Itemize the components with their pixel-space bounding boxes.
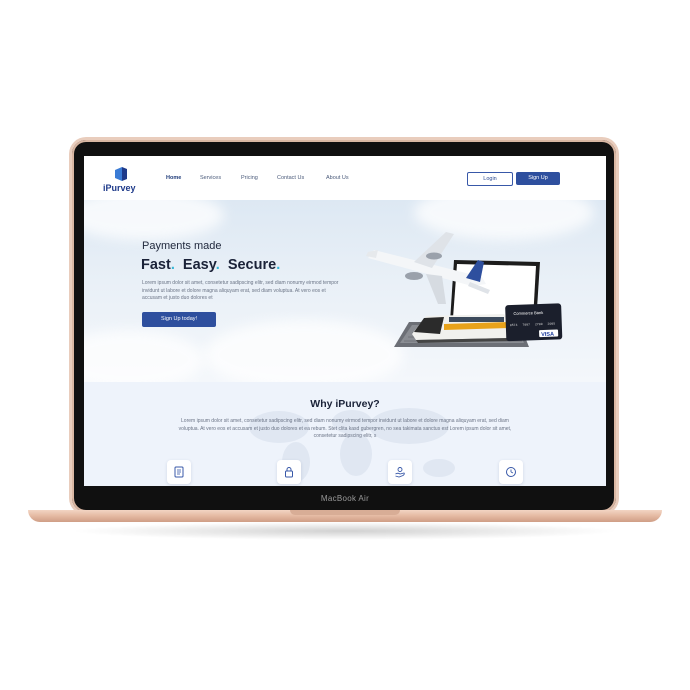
hero-section: Payments made Fast. Easy. Secure. Lorem … [84,200,606,382]
why-section: Why iPurvey? Lorem ipsum dolor sit amet,… [84,382,606,486]
laptop-shadow [70,522,620,540]
hero-subtitle: Payments made [142,240,222,252]
feature-card-clock[interactable] [499,460,523,484]
signup-button[interactable]: Sign Up [516,172,560,185]
logo-text[interactable]: iPurvey [103,183,136,193]
svg-text:VISA: VISA [541,332,554,338]
login-button[interactable]: Login [467,172,513,186]
document-icon [174,466,184,478]
nav-about-us[interactable]: About Us [326,175,349,181]
why-description: Lorem ipsum dolor sit amet, consetetur s… [178,418,512,439]
nav-pricing[interactable]: Pricing [241,175,258,181]
clock-icon [506,467,516,477]
hand-coin-icon [395,467,405,478]
why-title: Why iPurvey? [310,398,380,410]
logo-icon [115,167,127,181]
cloud-shape [84,330,204,382]
hero-description: Lorem ipsum dolor sit amet, consetetur s… [142,280,339,301]
nav-services[interactable]: Services [200,175,221,181]
device-label: MacBook Air [320,494,370,503]
headline-word-fast: Fast [141,257,171,273]
feature-card-hand-coin[interactable] [388,460,412,484]
lock-icon [285,467,293,478]
navbar: iPurvey Home Services Pricing Contact Us… [84,156,606,201]
headline-word-easy: Easy [182,257,216,273]
svg-text:Commerce Bank: Commerce Bank [513,310,543,316]
laptop-notch [290,510,400,515]
nav-home[interactable]: Home [166,175,181,181]
hero-headline: Fast. Easy. Secure. [141,257,281,273]
hero-signup-button[interactable]: Sign Up today! [142,312,216,327]
feature-card-document[interactable] [167,460,191,484]
feature-card-lock[interactable] [277,460,301,484]
laptop-screen: iPurvey Home Services Pricing Contact Us… [84,156,606,486]
hero-illustration: Commerce Bank 0574 7007 2700 2005 VISA [366,232,563,347]
headline-word-secure: Secure [227,257,277,273]
cloud-shape [84,200,224,240]
nav-contact-us[interactable]: Contact Us [277,175,304,181]
